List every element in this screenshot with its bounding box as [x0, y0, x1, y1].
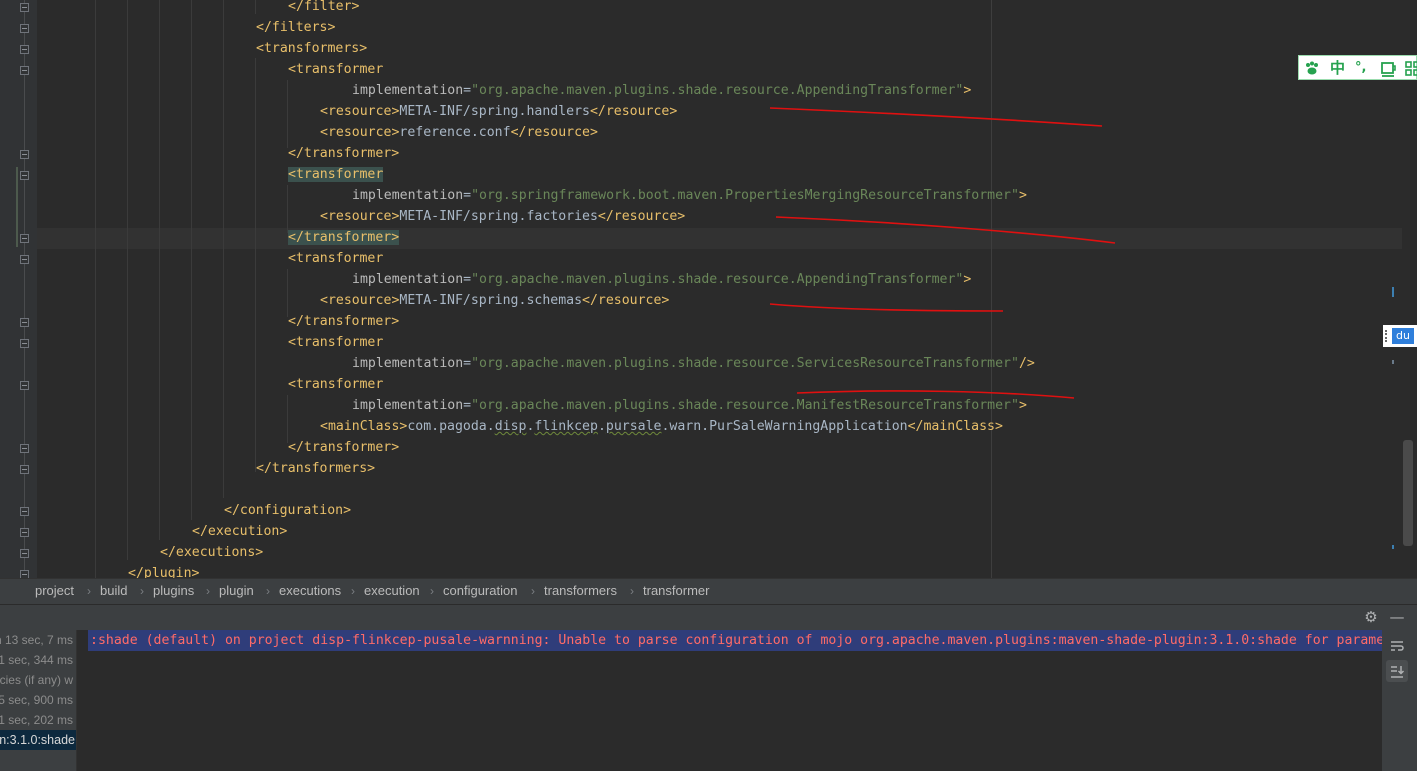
fold-marker-icon[interactable] [20, 549, 29, 558]
breadcrumb-item[interactable]: plugins [153, 579, 194, 605]
annotation-stroke [769, 303, 1004, 312]
fold-marker-icon[interactable] [20, 528, 29, 537]
run-tree: n 13 sec, 7 ms 11 sec, 344 ms cies (if any… [0, 630, 77, 771]
run-tree-item[interactable]: 1 sec, 202 ms [0, 710, 73, 730]
fold-marker-icon[interactable] [20, 381, 29, 390]
fold-marker-icon[interactable] [20, 45, 29, 54]
fold-marker-icon[interactable] [20, 507, 29, 516]
ime-mode-chinese[interactable]: 中 [1330, 57, 1345, 79]
editor-gutter [0, 0, 37, 578]
breadcrumb-separator-icon: › [351, 584, 355, 598]
console-toolbar [1382, 630, 1417, 771]
editor-scrollbar-thumb[interactable] [1403, 440, 1413, 546]
console-error-line[interactable]: :shade (default) on project disp-flinkce… [90, 630, 1382, 651]
red-annotations [769, 107, 1116, 399]
vcs-change-marker [16, 167, 18, 247]
run-tree-selected-label[interactable]: in:3.1.0:shade [0, 730, 75, 750]
breadcrumb-item[interactable]: executions [279, 579, 341, 605]
scroll-to-end-icon[interactable] [1386, 660, 1408, 682]
run-tree-item[interactable]: 5 sec, 900 ms [0, 690, 73, 710]
breadcrumb-item[interactable]: configuration [443, 579, 517, 605]
breadcrumb-separator-icon: › [630, 584, 634, 598]
minimize-icon[interactable]: — [1387, 607, 1407, 627]
breadcrumb: project › build › plugins › plugin › executions ›… [0, 578, 1417, 604]
fold-line [24, 0, 25, 578]
fold-marker-icon[interactable] [20, 255, 29, 264]
error-stripe-mark[interactable] [1392, 360, 1394, 364]
fold-marker-icon[interactable] [20, 339, 29, 348]
grid-icon[interactable] [1405, 57, 1417, 79]
fold-marker-icon[interactable] [20, 444, 29, 453]
du-icon[interactable]: du [1392, 328, 1414, 344]
breadcrumb-item[interactable]: build [100, 579, 127, 605]
breadcrumb-item[interactable]: transformer [643, 579, 709, 605]
soft-wrap-icon[interactable] [1386, 635, 1408, 657]
breadcrumb-separator-icon: › [266, 584, 270, 598]
breadcrumb-item[interactable]: execution [364, 579, 420, 605]
fold-marker-icon[interactable] [20, 465, 29, 474]
fold-marker-icon[interactable] [20, 171, 29, 180]
error-stripe-mark[interactable] [1392, 545, 1394, 549]
annotation-stroke [796, 390, 1075, 399]
console-output[interactable]: :shade (default) on project disp-flinkce… [77, 630, 1382, 771]
breadcrumb-separator-icon: › [87, 584, 91, 598]
fold-marker-icon[interactable] [20, 3, 29, 12]
annotation-stroke [769, 107, 1103, 127]
error-stripe-mark[interactable] [1392, 287, 1394, 297]
paw-icon[interactable] [1303, 57, 1321, 79]
fold-marker-icon[interactable] [20, 150, 29, 159]
fold-marker-icon[interactable] [20, 234, 29, 243]
gear-icon[interactable]: ⚙ [1361, 607, 1381, 627]
ime-toolbar[interactable]: 中 °, [1298, 55, 1417, 80]
fold-marker-icon[interactable] [20, 66, 29, 75]
breadcrumb-separator-icon: › [140, 584, 144, 598]
code-editor[interactable]: </filter> </filters> <transformers> <transf… [37, 0, 1402, 578]
run-tree-item[interactable]: 11 sec, 344 ms [0, 650, 73, 670]
breadcrumb-item[interactable]: project [35, 579, 74, 605]
breadcrumb-separator-icon: › [206, 584, 210, 598]
drag-handle-icon[interactable] [1385, 330, 1389, 342]
breadcrumb-item[interactable]: plugin [219, 579, 254, 605]
run-panel-header: ⚙ — [0, 604, 1417, 630]
baidu-translate-badge[interactable]: du [1383, 325, 1417, 347]
breadcrumb-separator-icon: › [430, 584, 434, 598]
cup-icon[interactable] [1380, 57, 1398, 79]
breadcrumb-separator-icon: › [531, 584, 535, 598]
fold-marker-icon[interactable] [20, 24, 29, 33]
ime-punctuation[interactable]: °, [1355, 57, 1366, 79]
fold-marker-icon[interactable] [20, 318, 29, 327]
breadcrumb-item[interactable]: transformers [544, 579, 617, 605]
run-tree-item[interactable]: n 13 sec, 7 ms [0, 630, 73, 650]
annotation-stroke [775, 216, 1116, 244]
run-tree-item[interactable]: cies (if any) w [0, 670, 73, 690]
